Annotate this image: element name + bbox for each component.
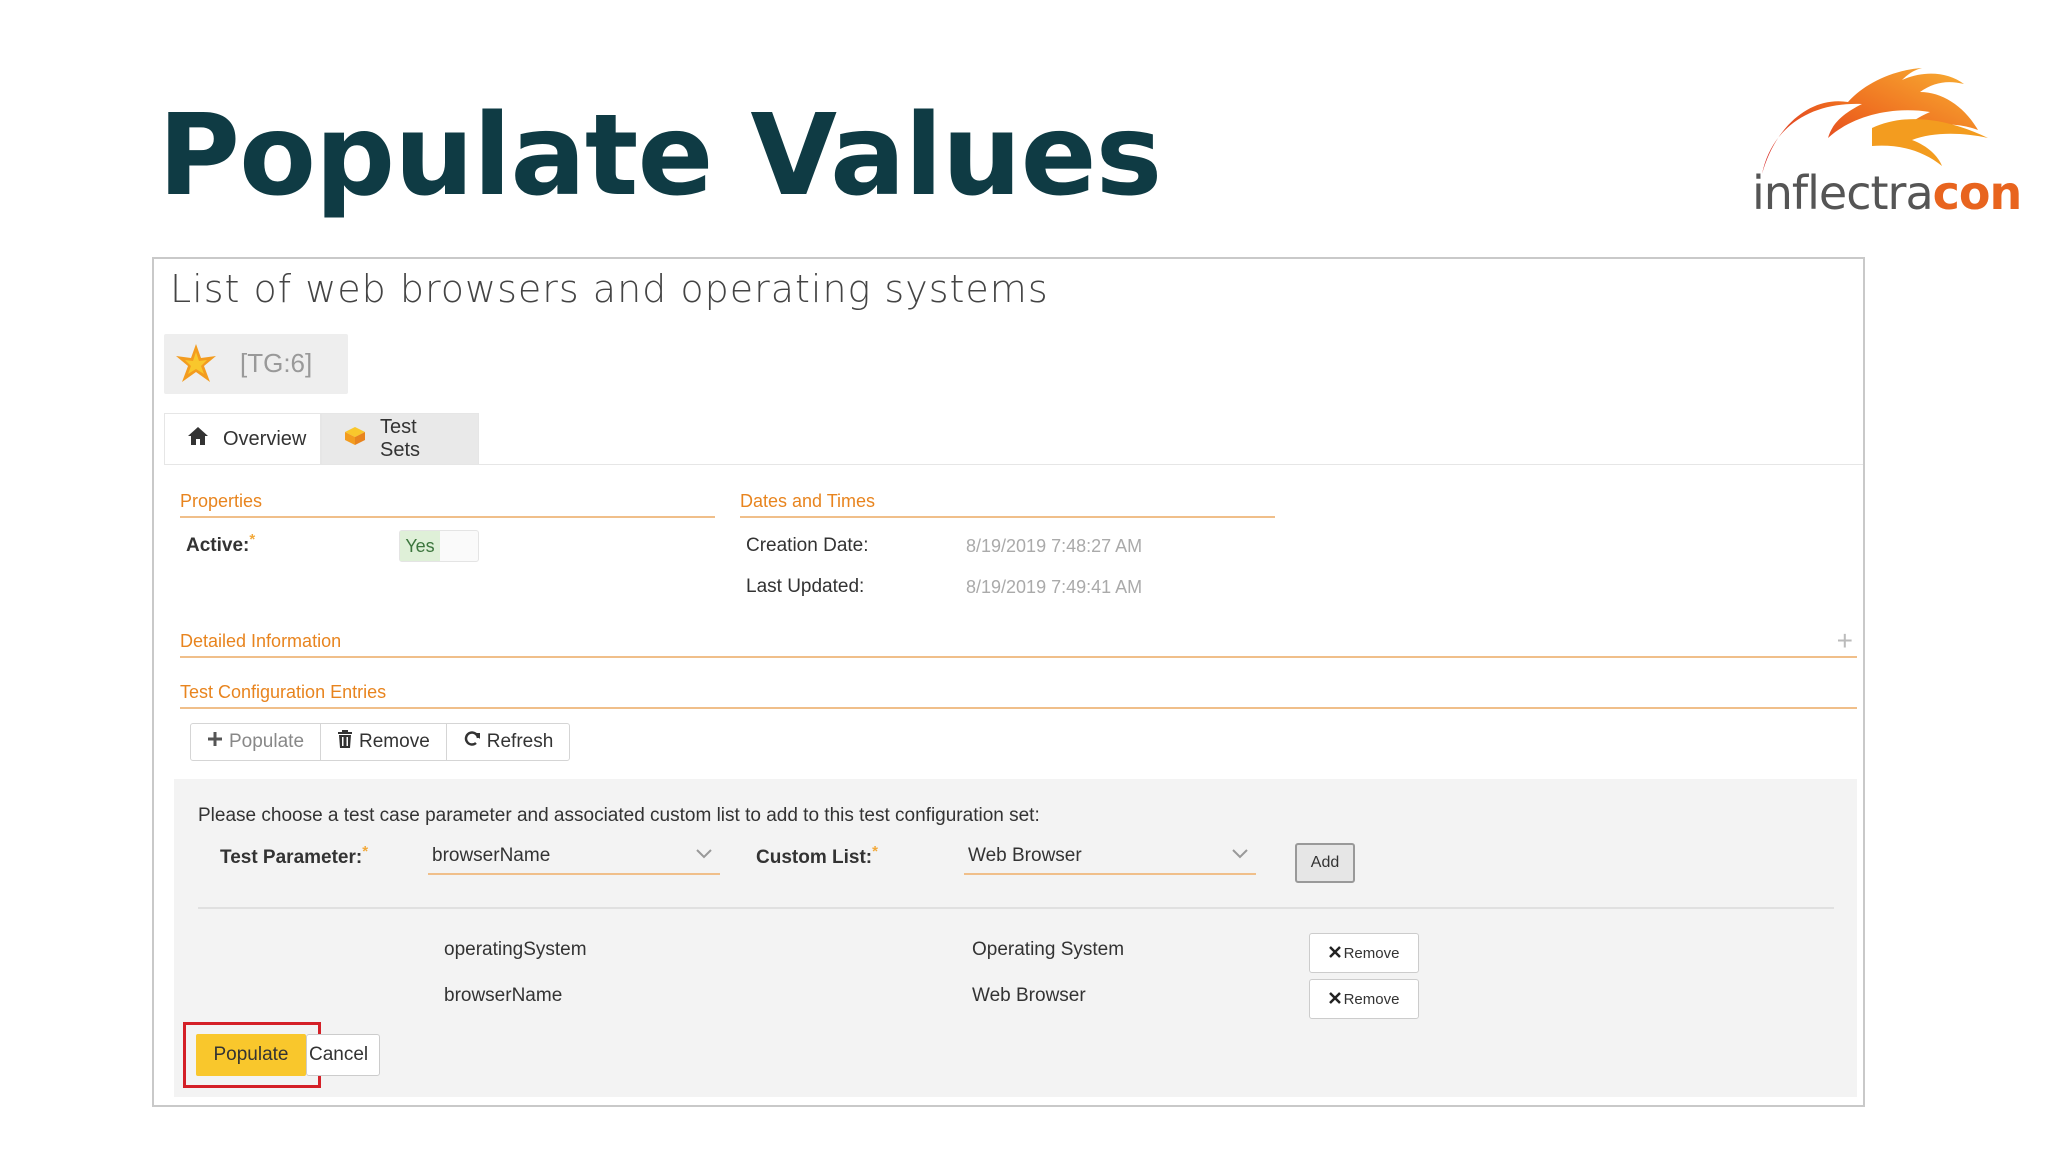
populate-button[interactable]: Populate — [196, 1034, 306, 1076]
active-toggle[interactable]: Yes — [399, 530, 479, 562]
populate-panel: Please choose a test case parameter and … — [174, 779, 1857, 1097]
close-icon — [1328, 991, 1341, 1008]
tab-overview[interactable]: Overview — [164, 413, 321, 465]
inflectracon-logo: inflectracon — [1752, 66, 2022, 236]
custom-list-select[interactable]: Web Browser — [964, 841, 1256, 875]
test-sets-icon — [344, 426, 366, 452]
entries-heading: Test Configuration Entries — [180, 682, 1857, 709]
slide-title: Populate Values — [158, 91, 1162, 221]
trash-icon — [337, 730, 353, 754]
tab-test-sets[interactable]: Test Sets — [321, 413, 479, 465]
artifact-id-badge: [TG:6] — [164, 334, 348, 394]
plus-icon — [207, 731, 223, 753]
plus-icon[interactable]: + — [1837, 627, 1853, 655]
row-parameter: operatingSystem — [444, 939, 587, 960]
populate-instructions: Please choose a test case parameter and … — [198, 805, 1040, 826]
test-configuration-icon — [174, 342, 218, 391]
dates-heading: Dates and Times — [740, 491, 1275, 518]
detailed-info-heading: Detailed Information — [180, 631, 1857, 658]
entries-toolbar: Populate Remove Refresh — [190, 723, 571, 761]
test-parameter-label: Test Parameter:* — [220, 843, 369, 868]
test-parameter-value: browserName — [432, 845, 551, 866]
refresh-icon — [463, 730, 481, 754]
creation-date-value: 8/19/2019 7:48:27 AM — [966, 536, 1143, 556]
properties-heading: Properties — [180, 491, 715, 518]
tab-divider — [164, 464, 1863, 465]
tab-test-sets-label: Test Sets — [380, 416, 421, 461]
last-updated-value: 8/19/2019 7:49:41 AM — [966, 577, 1143, 597]
artifact-id: [TG:6] — [240, 348, 313, 378]
row-remove-button[interactable]: Remove — [1309, 933, 1419, 973]
active-toggle-value: Yes — [400, 531, 440, 561]
custom-list-value: Web Browser — [968, 845, 1082, 866]
active-label: Active:* — [186, 531, 256, 556]
populate-toolbar-button[interactable]: Populate — [191, 724, 322, 760]
artifact-title: List of web browsers and operating syste… — [170, 267, 1049, 311]
home-icon — [187, 426, 209, 452]
last-updated-label: Last Updated: — [746, 576, 865, 597]
test-parameter-select[interactable]: browserName — [428, 841, 720, 875]
row-parameter: browserName — [444, 985, 563, 1006]
row-remove-button[interactable]: Remove — [1309, 979, 1419, 1019]
chevron-down-icon — [694, 843, 714, 873]
row-list: Operating System — [972, 939, 1125, 960]
close-icon — [1328, 945, 1341, 962]
cancel-button[interactable]: Cancel — [306, 1034, 380, 1076]
row-list: Web Browser — [972, 985, 1086, 1006]
tab-overview-label: Overview — [223, 427, 307, 450]
panel-divider — [198, 907, 1834, 909]
logo-wordmark: inflectracon — [1752, 166, 2022, 220]
custom-list-label: Custom List:* — [756, 843, 878, 868]
artifact-window: List of web browsers and operating syste… — [152, 257, 1865, 1107]
flame-icon — [1762, 68, 1988, 174]
creation-date-label: Creation Date: — [746, 535, 869, 556]
remove-toolbar-button[interactable]: Remove — [321, 724, 447, 760]
add-button[interactable]: Add — [1295, 843, 1355, 883]
chevron-down-icon — [1230, 843, 1250, 873]
refresh-toolbar-button[interactable]: Refresh — [447, 724, 570, 760]
